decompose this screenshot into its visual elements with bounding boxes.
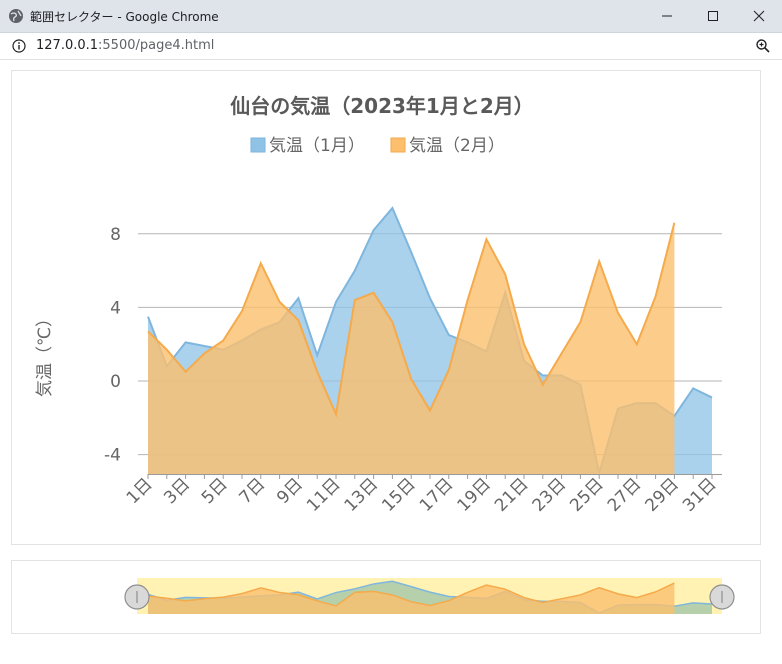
maximize-button[interactable] xyxy=(690,0,736,32)
chart-title: 仙台の気温（2023年1月と2月） xyxy=(230,94,534,118)
info-icon[interactable] xyxy=(12,39,26,53)
close-icon xyxy=(753,10,765,22)
url-path: :5500/page4.html xyxy=(98,38,215,53)
legend-label-1: 気温（1月） xyxy=(269,136,365,156)
maximize-icon xyxy=(708,11,718,21)
zoom-icon[interactable] xyxy=(755,38,771,54)
legend-swatch-2 xyxy=(390,137,406,153)
minimize-icon xyxy=(662,15,672,17)
y-tick-label-2: 0 xyxy=(110,372,121,392)
window-titlebar: 範囲セレクター - Google Chrome xyxy=(0,0,782,33)
y-axis-label: 気温（℃） xyxy=(35,310,55,397)
url-text[interactable]: 127.0.0.1:5500/page4.html xyxy=(36,38,214,53)
y-tick-label-1: 4 xyxy=(110,298,121,318)
address-bar[interactable]: 127.0.0.1:5500/page4.html xyxy=(0,33,782,60)
minimize-button[interactable] xyxy=(644,0,690,32)
window-title: 範囲セレクター - Google Chrome xyxy=(30,10,219,24)
y-tick-label-0: 8 xyxy=(110,225,121,245)
globe-icon xyxy=(9,9,23,23)
page-content: 仙台の気温（2023年1月と2月） 気温（1月） 気温（2月） 気温（℃） 8 4 0 -4 1… xyxy=(0,60,782,660)
close-button[interactable] xyxy=(736,0,782,32)
y-tick-label-3: -4 xyxy=(104,446,121,466)
url-host: 127.0.0.1 xyxy=(36,38,99,53)
legend-label-2: 気温（2月） xyxy=(409,136,505,156)
legend-swatch-1 xyxy=(250,137,266,153)
temperature-chart: 仙台の気温（2023年1月と2月）気温（1月） 気温（2月）気温（℃）840-41… xyxy=(11,70,761,634)
